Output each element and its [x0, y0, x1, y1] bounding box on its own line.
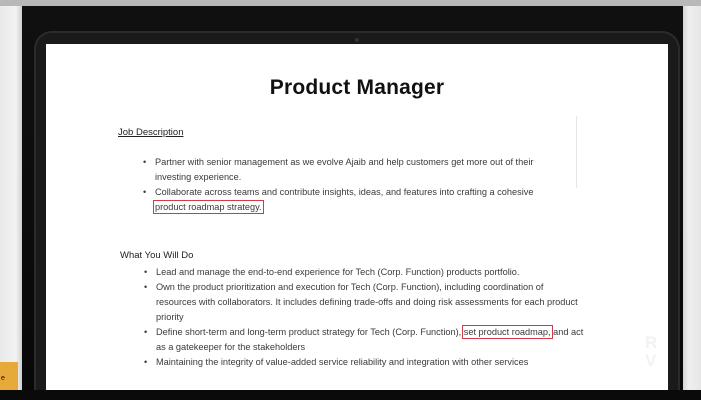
job-description-heading: Job Description: [118, 127, 184, 138]
item-text: Own the product prioritization and execu…: [156, 282, 578, 322]
logo-letter-1: R: [645, 333, 658, 352]
left-tab-text: e: [1, 375, 5, 382]
what-you-will-do-heading: What You Will Do: [120, 250, 194, 261]
item-text: Lead and manage the end-to-end experienc…: [156, 267, 520, 277]
job-description-list: Partner with senior management as we evo…: [143, 155, 563, 215]
what-you-will-do-list: Lead and manage the end-to-end experienc…: [144, 265, 584, 370]
item-text: Maintaining the integrity of value-added…: [156, 357, 529, 367]
laptop-bezel: Product Manager Job Description Partner …: [34, 31, 680, 400]
list-item: Partner with senior management as we evo…: [143, 155, 563, 185]
list-item: Maintaining the integrity of value-added…: [144, 355, 584, 370]
bottom-bar: [0, 390, 701, 400]
logo-letter-2: V: [645, 351, 657, 370]
list-item: Define short-term and long-term product …: [144, 325, 584, 355]
left-overlay-tab: e: [0, 362, 18, 390]
channel-logo: R V: [639, 334, 699, 378]
webcam-icon: [355, 38, 359, 42]
item-text: Collaborate across teams and contribute …: [155, 187, 534, 197]
video-frame: Product Manager Job Description Partner …: [0, 0, 701, 400]
list-item: Lead and manage the end-to-end experienc…: [144, 265, 584, 280]
item-text: Define short-term and long-term product …: [156, 327, 464, 337]
left-background: [0, 6, 22, 400]
highlighted-phrase: product roadmap strategy.: [153, 200, 264, 214]
list-item: Collaborate across teams and contribute …: [143, 185, 563, 215]
item-text: Partner with senior management as we evo…: [155, 157, 534, 182]
highlighted-phrase: set product roadmap,: [461, 325, 553, 339]
top-strip: [0, 0, 701, 6]
list-item: Own the product prioritization and execu…: [144, 280, 584, 325]
page-divider: [576, 116, 577, 188]
document-title: Product Manager: [269, 76, 445, 99]
laptop-screen: Product Manager Job Description Partner …: [46, 44, 668, 400]
